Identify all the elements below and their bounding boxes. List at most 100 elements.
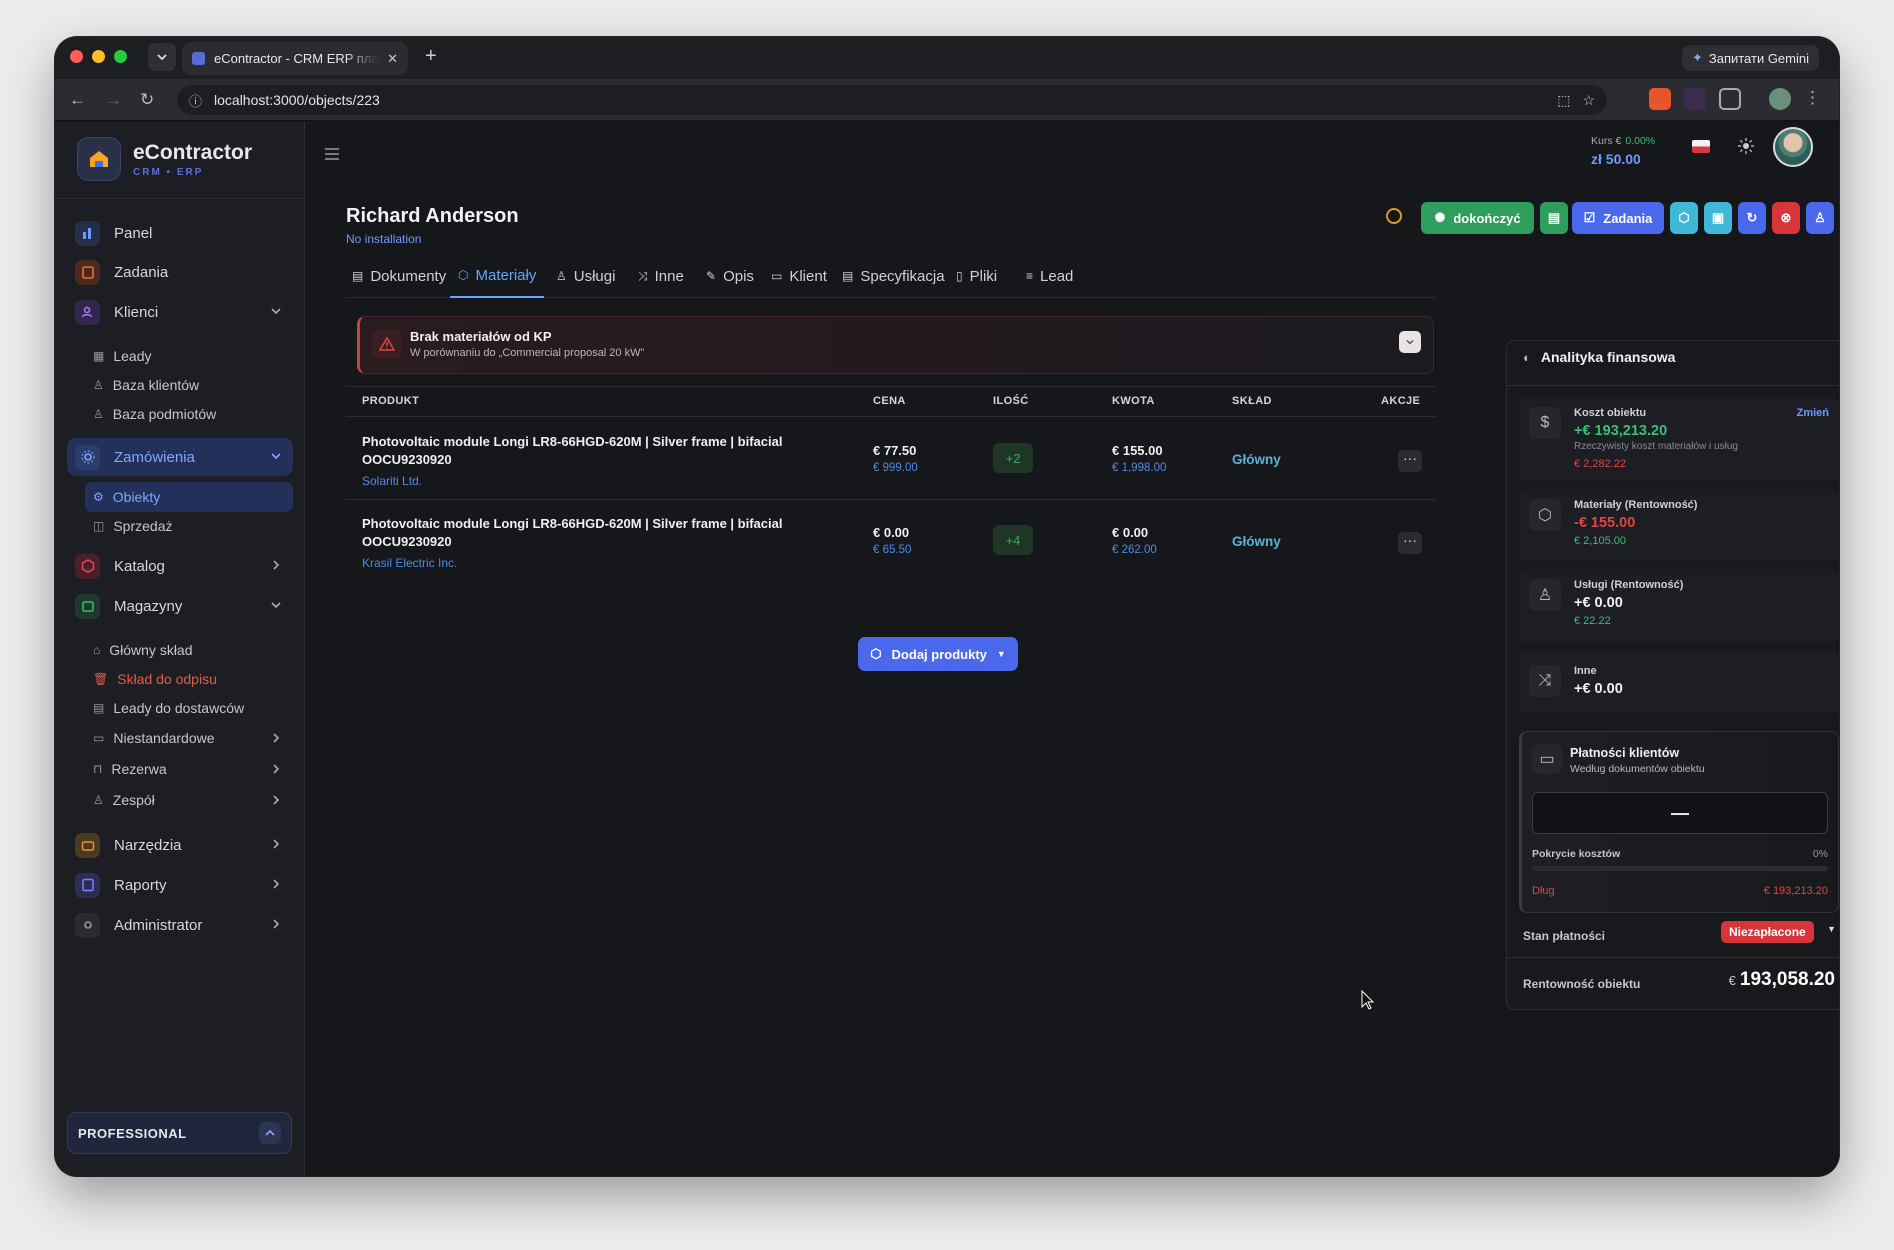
install-icon[interactable]: ⬚ bbox=[1557, 92, 1570, 109]
chart-button[interactable]: ▣ bbox=[1704, 202, 1732, 234]
sidebar-item-leady[interactable]: ▦ Leady bbox=[91, 341, 293, 371]
browser-tab-bar: eContractor - CRM ERP платф ✕ + ✦ Запита… bbox=[55, 37, 1839, 79]
tasks-button[interactable]: ☑ Zadania bbox=[1572, 202, 1664, 234]
document-button[interactable]: ▤ bbox=[1540, 202, 1568, 234]
box-icon: ⬡ bbox=[1678, 210, 1690, 225]
product-name[interactable]: Photovoltaic module Longi LR8-66HGD-620M… bbox=[362, 515, 802, 551]
sidebar-item-katalog[interactable]: Katalog bbox=[67, 547, 293, 585]
sidebar-item-klienci[interactable]: Klienci bbox=[67, 293, 293, 331]
back-icon[interactable]: ← bbox=[69, 90, 86, 110]
figma-extension-icon[interactable] bbox=[1684, 88, 1706, 110]
sidebar-item-baza-klientow[interactable]: ♙ Baza klientów bbox=[91, 370, 293, 400]
row-actions-button[interactable]: ··· bbox=[1398, 450, 1422, 472]
payment-status-badge[interactable]: Niezapłacone bbox=[1721, 921, 1814, 943]
url-field[interactable]: ⓘ localhost:3000/objects/223 ⬚ ☆ bbox=[177, 85, 1607, 115]
caret-down-icon[interactable]: ▼ bbox=[1827, 924, 1836, 934]
user-button[interactable]: ♙ bbox=[1806, 202, 1834, 234]
user-avatar[interactable] bbox=[1773, 127, 1813, 167]
tab-lead[interactable]: ≡ Lead bbox=[1026, 254, 1073, 298]
exchange-rate[interactable]: Kurs €0.00% zł 50.00 bbox=[1591, 135, 1655, 167]
object-subtitle[interactable]: No installation bbox=[346, 232, 421, 246]
forward-icon[interactable]: → bbox=[105, 90, 122, 110]
trash-icon: 🗑 bbox=[93, 672, 109, 686]
list-icon: ▦ bbox=[93, 349, 105, 363]
sidebar-item-niestandardowe[interactable]: ▭ Niestandardowe bbox=[91, 723, 293, 753]
debt-label: Dług bbox=[1532, 885, 1555, 897]
sidebar-item-rezerwa[interactable]: ⊓ Rezerwa bbox=[91, 754, 293, 784]
id-card-icon: ▭ bbox=[771, 269, 783, 283]
check-square-icon: ☑ bbox=[1583, 210, 1596, 225]
quantity-badge[interactable]: +2 bbox=[993, 443, 1033, 473]
product-name[interactable]: Photovoltaic module Longi LR8-66HGD-620M… bbox=[362, 433, 802, 469]
finish-button[interactable]: ✺ dokończyć bbox=[1421, 202, 1534, 234]
maximize-window-button[interactable] bbox=[114, 50, 127, 63]
box-button[interactable]: ⬡ bbox=[1670, 202, 1698, 234]
sidebar-item-glowny-sklad[interactable]: ⌂ Główny skład bbox=[91, 635, 293, 665]
sidebar-item-zespol[interactable]: ♙ Zespół bbox=[91, 785, 293, 815]
warehouse-link[interactable]: Główny bbox=[1232, 534, 1281, 549]
reload-icon[interactable]: ↻ bbox=[140, 90, 154, 110]
close-window-button[interactable] bbox=[70, 50, 83, 63]
sidebar-item-magazyny[interactable]: Magazyny bbox=[67, 587, 293, 625]
alert-title: Brak materiałów od KP bbox=[410, 329, 552, 344]
tab-opis[interactable]: ✎ Opis bbox=[706, 254, 754, 298]
wallet-icon: ▭ bbox=[1532, 744, 1562, 774]
sidebar-item-baza-podmiotow[interactable]: ♙ Baza podmiotów bbox=[91, 399, 293, 429]
expand-alert-button[interactable] bbox=[1399, 331, 1421, 353]
tab-pliki[interactable]: ▯ Pliki bbox=[956, 254, 997, 298]
sidebar-item-administrator[interactable]: Administrator bbox=[67, 906, 293, 944]
sidebar-item-label: Baza klientów bbox=[112, 377, 200, 393]
sidebar-item-leady-do-dostawcow[interactable]: ▤ Leady do dostawców bbox=[91, 693, 293, 723]
edit-icon: ✎ bbox=[706, 269, 717, 283]
column-header: CENA bbox=[873, 395, 906, 407]
sidebar-item-panel[interactable]: Panel bbox=[67, 214, 293, 252]
extensions-puzzle-icon[interactable] bbox=[1719, 88, 1741, 110]
plan-badge[interactable]: PROFESSIONAL bbox=[67, 1112, 292, 1154]
cost-card: $ Koszt obiektu Zmień +€ 193,213.20 Rzec… bbox=[1519, 397, 1839, 481]
sidebar-item-zadania[interactable]: Zadania bbox=[67, 253, 293, 291]
document-icon: ▤ bbox=[93, 701, 105, 715]
chevron-up-icon[interactable] bbox=[259, 1122, 281, 1144]
sidebar-item-obiekty[interactable]: ⚙ Obiekty bbox=[85, 482, 293, 512]
sidebar-item-raporty[interactable]: Raporty bbox=[67, 866, 293, 904]
close-tab-icon[interactable]: ✕ bbox=[387, 51, 398, 67]
chevron-right-icon bbox=[273, 560, 280, 570]
brand[interactable]: eContractor CRM • ERP bbox=[77, 137, 252, 181]
extension-icon[interactable] bbox=[1649, 88, 1671, 110]
sidebar-item-zamowienia[interactable]: Zamówienia bbox=[67, 438, 293, 476]
bookmark-star-icon[interactable]: ☆ bbox=[1582, 92, 1595, 109]
tab-inne[interactable]: ⤨ Inne bbox=[638, 254, 684, 298]
profile-avatar-icon[interactable] bbox=[1769, 88, 1791, 110]
quantity-badge[interactable]: +4 bbox=[993, 525, 1033, 555]
tab-materialy[interactable]: ⬡ Materiały bbox=[450, 254, 545, 298]
browser-menu-icon[interactable]: ⋮ bbox=[1804, 88, 1821, 108]
sidebar-item-sklad-do-odpisu[interactable]: 🗑 Skład do odpisu bbox=[91, 664, 293, 694]
tab-specyfikacja[interactable]: ▤ Specyfikacja bbox=[842, 254, 945, 298]
menu-toggle-icon[interactable] bbox=[324, 148, 340, 160]
new-tab-button[interactable]: + bbox=[425, 45, 437, 68]
cancel-button[interactable]: ⊗ bbox=[1772, 202, 1800, 234]
minimize-window-button[interactable] bbox=[92, 50, 105, 63]
refresh-button[interactable]: ↻ bbox=[1738, 202, 1766, 234]
box-icon: ⬡ bbox=[458, 268, 469, 282]
change-link[interactable]: Zmień bbox=[1797, 407, 1829, 419]
sidebar-item-sprzedaz[interactable]: ◫ Sprzedaż bbox=[91, 511, 293, 541]
coin-icon[interactable] bbox=[1386, 208, 1402, 224]
tab-klient[interactable]: ▭ Klient bbox=[771, 254, 827, 298]
sidebar-item-narzedzia[interactable]: Narzędzia bbox=[67, 826, 293, 864]
site-info-icon[interactable]: ⓘ bbox=[189, 91, 202, 110]
add-products-button[interactable]: ⬡ Dodaj produkty ▼ bbox=[858, 637, 1018, 671]
vendor-link[interactable]: Solariti Ltd. bbox=[362, 474, 422, 488]
language-flag-icon[interactable] bbox=[1692, 140, 1710, 153]
warehouse-link[interactable]: Główny bbox=[1232, 452, 1281, 467]
tab-dokumenty[interactable]: ▤ Dokumenty bbox=[352, 254, 446, 298]
browser-window: eContractor - CRM ERP платф ✕ + ✦ Запита… bbox=[55, 37, 1839, 1176]
browser-tab[interactable]: eContractor - CRM ERP платф ✕ bbox=[182, 42, 408, 75]
vendor-link[interactable]: Krasil Electric Inc. bbox=[362, 556, 457, 570]
sidebar-item-label: Rezerwa bbox=[111, 761, 167, 777]
tab-uslugi[interactable]: ♙ Usługi bbox=[556, 254, 615, 298]
row-actions-button[interactable]: ··· bbox=[1398, 532, 1422, 554]
tab-list-button[interactable] bbox=[148, 43, 176, 71]
theme-toggle-icon[interactable] bbox=[1738, 138, 1754, 154]
gemini-button[interactable]: ✦ Запитати Gemini bbox=[1681, 45, 1819, 71]
